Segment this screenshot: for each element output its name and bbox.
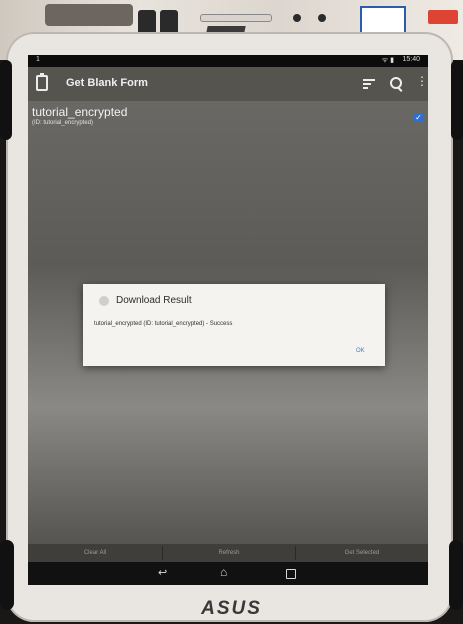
device-slot (200, 14, 272, 22)
form-name: tutorial_encrypted (32, 105, 128, 119)
holder-clip-top-right (451, 60, 463, 140)
dialog-message: tutorial_encrypted (ID: tutorial_encrypt… (94, 321, 233, 327)
tablet-screen: 1 ᯤ ▮ 15:40 Get Blank Form ⋮ tutorial_en… (28, 55, 428, 585)
back-icon[interactable]: ↩ (158, 566, 167, 579)
dialog-info-icon (99, 296, 109, 306)
page-title: Get Blank Form (66, 77, 148, 89)
status-left: 1 (36, 56, 40, 63)
status-time: 15:40 (402, 56, 420, 63)
wifi-battery-icon: ᯤ ▮ (381, 57, 394, 64)
sensor-dot (318, 14, 326, 22)
form-checkbox[interactable]: ✓ (414, 113, 423, 122)
home-icon[interactable]: ⌂ (220, 565, 227, 579)
refresh-button[interactable]: Refresh (163, 544, 295, 562)
2k-logo (360, 6, 406, 34)
ok-button[interactable]: OK (356, 348, 365, 354)
app-bar: Get Blank Form ⋮ (28, 67, 428, 101)
download-result-dialog: Download Result tutorial_encrypted (ID: … (83, 284, 385, 366)
more-options-icon[interactable]: ⋮ (416, 75, 428, 87)
form-id: (ID: tutorial_encrypted) (32, 120, 94, 126)
navigation-bar: ↩ ⌂ (28, 562, 428, 585)
holder-clip-top-left (0, 60, 12, 140)
search-icon[interactable] (390, 77, 402, 89)
dialog-title: Download Result (116, 295, 192, 306)
clipboard-icon (36, 73, 48, 91)
sort-icon[interactable] (363, 79, 375, 91)
device-brand-logo: ASUS (201, 598, 262, 619)
camera-dot (293, 14, 301, 22)
background-logo (45, 4, 133, 26)
recent-apps-icon[interactable] (286, 569, 296, 579)
bottom-button-bar: Clear All Refresh Get Selected (28, 544, 428, 562)
clear-all-button[interactable]: Clear All (28, 544, 162, 562)
list-item[interactable]: tutorial_encrypted (ID: tutorial_encrypt… (28, 103, 428, 133)
red-badge (428, 10, 458, 24)
get-selected-button[interactable]: Get Selected (296, 544, 428, 562)
status-bar: 1 ᯤ ▮ 15:40 (28, 55, 428, 67)
